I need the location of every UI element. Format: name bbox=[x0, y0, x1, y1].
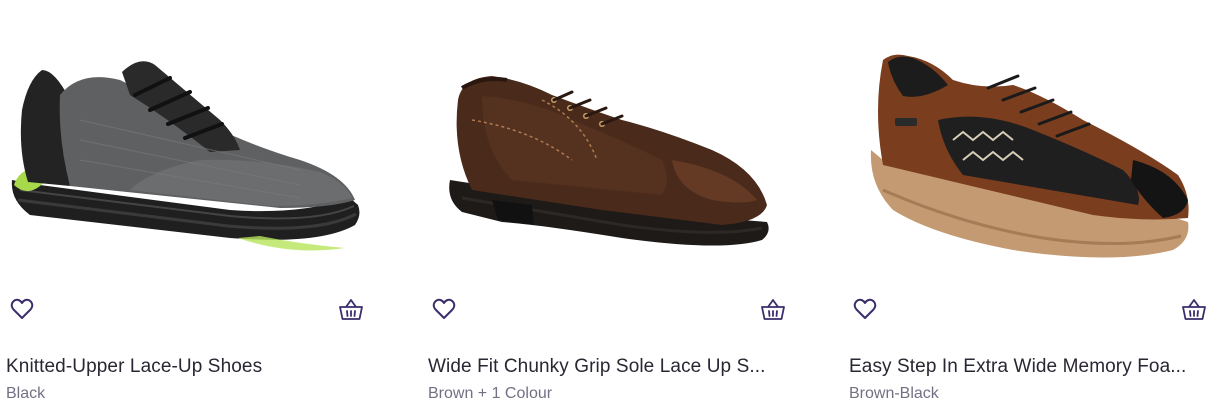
product-grid: Knitted-Upper Lace-Up Shoes Black Wide F… bbox=[0, 0, 1222, 407]
knit-sneaker-image bbox=[11, 61, 360, 251]
product-title[interactable]: Knitted-Upper Lace-Up Shoes bbox=[6, 355, 366, 379]
product-title[interactable]: Wide Fit Chunky Grip Sole Lace Up S... bbox=[428, 355, 788, 379]
add-to-basket-button[interactable] bbox=[1179, 295, 1209, 325]
basket-icon bbox=[339, 299, 363, 320]
wishlist-button[interactable] bbox=[850, 294, 880, 324]
product-card[interactable]: Knitted-Upper Lace-Up Shoes Black bbox=[0, 0, 370, 407]
add-to-basket-button[interactable] bbox=[336, 295, 366, 325]
product-colour: Brown-Black bbox=[849, 385, 939, 402]
brown-leather-shoe-image bbox=[449, 76, 769, 246]
product-image[interactable] bbox=[422, 0, 792, 285]
product-image[interactable] bbox=[0, 0, 370, 285]
basket-icon bbox=[1182, 299, 1206, 320]
heart-outline-icon bbox=[432, 298, 456, 319]
basket-icon bbox=[761, 299, 785, 320]
product-image[interactable] bbox=[843, 0, 1213, 285]
product-card[interactable]: Wide Fit Chunky Grip Sole Lace Up S... B… bbox=[422, 0, 792, 407]
wishlist-button[interactable] bbox=[7, 294, 37, 324]
product-title[interactable]: Easy Step In Extra Wide Memory Foa... bbox=[849, 355, 1209, 379]
product-colour: Black bbox=[6, 385, 46, 402]
wishlist-button[interactable] bbox=[429, 294, 459, 324]
add-to-basket-button[interactable] bbox=[758, 295, 788, 325]
product-card[interactable]: Easy Step In Extra Wide Memory Foa... Br… bbox=[843, 0, 1213, 407]
product-colour: Brown + 1 Colour bbox=[428, 385, 553, 402]
heart-outline-icon bbox=[10, 298, 34, 319]
hiking-sneaker-image bbox=[870, 54, 1189, 258]
heart-outline-icon bbox=[853, 298, 877, 319]
